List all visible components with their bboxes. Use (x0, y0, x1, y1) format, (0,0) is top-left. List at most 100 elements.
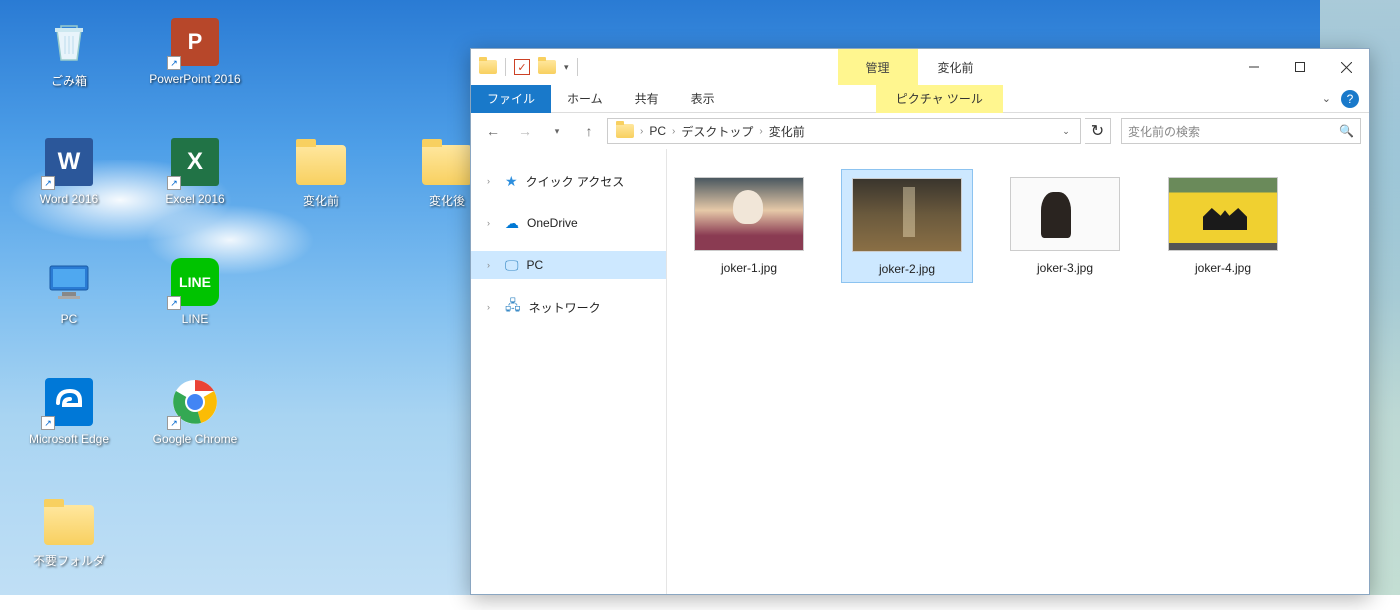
properties-icon[interactable]: ✓ (514, 59, 530, 75)
thumbnail-image (1168, 177, 1278, 251)
line-icon: LINE ↗ (169, 256, 221, 308)
monitor-icon: 🖵 (505, 257, 519, 274)
folder-icon (421, 136, 473, 188)
search-input[interactable]: 変化前の検索 🔍 (1121, 118, 1361, 144)
recycle-bin-icon (43, 16, 95, 68)
tab-picture-tools[interactable]: ピクチャ ツール (876, 85, 1003, 113)
desktop-icon-folder-unwanted[interactable]: 不要フォルダ (6, 490, 132, 610)
desktop-icon-edge[interactable]: ↗ Microsoft Edge (6, 370, 132, 490)
explorer-titlebar[interactable]: ✓ ▾ 管理 変化前 (471, 49, 1369, 85)
ribbon-collapse-icon[interactable]: ⌄ (1322, 92, 1331, 105)
breadcrumb-desktop[interactable]: デスクトップ (677, 123, 757, 140)
folder-icon (616, 124, 634, 138)
contextual-tab-header: 管理 (838, 49, 918, 85)
chevron-right-icon[interactable]: › (640, 126, 643, 137)
desktop-icon-folder-before[interactable]: 変化前 (258, 130, 384, 250)
shortcut-arrow-icon: ↗ (167, 416, 181, 430)
refresh-button[interactable]: ↻ (1085, 118, 1111, 144)
desktop-icon-powerpoint[interactable]: P ↗ PowerPoint 2016 (132, 10, 258, 130)
desktop-icon-label: Google Chrome (153, 432, 238, 446)
file-item-joker-3[interactable]: joker-3.jpg (999, 169, 1131, 281)
folder-icon[interactable] (538, 60, 556, 74)
chevron-right-icon[interactable]: › (487, 176, 497, 186)
file-item-joker-2[interactable]: joker-2.jpg (841, 169, 973, 283)
file-label: joker-4.jpg (1195, 261, 1251, 275)
desktop-icon-label: 変化後 (429, 192, 465, 209)
file-item-joker-4[interactable]: joker-4.jpg (1157, 169, 1289, 281)
tree-quick-access[interactable]: › ★ クイック アクセス (471, 167, 666, 195)
maximize-button[interactable] (1277, 49, 1323, 85)
folder-icon[interactable] (479, 60, 497, 74)
breadcrumb-pc[interactable]: PC (645, 124, 670, 138)
tree-onedrive[interactable]: › ☁ OneDrive (471, 209, 666, 237)
address-dropdown-icon[interactable]: ⌄ (1056, 126, 1076, 137)
tree-item-label: ネットワーク (529, 299, 601, 316)
navigation-tree: › ★ クイック アクセス › ☁ OneDrive › 🖵 PC (471, 149, 667, 594)
chevron-right-icon[interactable]: › (487, 218, 497, 228)
desktop-icon-chrome[interactable]: ↗ Google Chrome (132, 370, 258, 490)
up-button[interactable]: ↑ (575, 117, 603, 145)
address-bar[interactable]: › PC › デスクトップ › 変化前 ⌄ (607, 118, 1081, 144)
desktop-icon-label: ごみ箱 (51, 72, 87, 89)
explorer-window: ✓ ▾ 管理 変化前 ファイル ホーム 共有 表示 ピクチャ ツール ⌄ ? (470, 48, 1370, 595)
tab-view[interactable]: 表示 (675, 85, 731, 113)
shortcut-arrow-icon: ↗ (41, 176, 55, 190)
desktop-icon-word[interactable]: W ↗ Word 2016 (6, 130, 132, 250)
desktop-icon-label: PC (61, 312, 78, 326)
window-controls (1231, 49, 1369, 85)
tab-share[interactable]: 共有 (619, 85, 675, 113)
file-label: joker-2.jpg (879, 262, 935, 276)
help-icon[interactable]: ? (1341, 90, 1359, 108)
file-label: joker-1.jpg (721, 261, 777, 275)
desktop-icon-label: Microsoft Edge (29, 432, 109, 446)
tree-network[interactable]: › 🖧 ネットワーク (471, 293, 666, 321)
desktop-icon-label: LINE (182, 312, 209, 326)
chevron-right-icon[interactable]: › (759, 126, 762, 137)
desktop-icon-recycle-bin[interactable]: ごみ箱 (6, 10, 132, 130)
chevron-right-icon[interactable]: › (487, 302, 497, 312)
desktop-icon-pc[interactable]: PC (6, 250, 132, 370)
cloud-icon: ☁ (505, 215, 519, 232)
explorer-body: › ★ クイック アクセス › ☁ OneDrive › 🖵 PC (471, 149, 1369, 594)
desktop-icon-label: 変化前 (303, 192, 339, 209)
tree-item-label: OneDrive (527, 216, 578, 230)
file-pane[interactable]: joker-1.jpg joker-2.jpg joker-3.jpg joke… (667, 149, 1369, 594)
file-label: joker-3.jpg (1037, 261, 1093, 275)
edge-icon: ↗ (43, 376, 95, 428)
tree-item-label: PC (527, 258, 544, 272)
desktop-icon-label: PowerPoint 2016 (149, 72, 240, 86)
network-icon: 🖧 (505, 295, 521, 319)
thumbnail-image (852, 178, 962, 252)
breadcrumb-current[interactable]: 変化前 (765, 123, 809, 140)
desktop-icon-label: 不要フォルダ (33, 552, 105, 569)
forward-button[interactable]: → (511, 117, 539, 145)
navigation-bar: ← → ▾ ↑ › PC › デスクトップ › 変化前 ⌄ ↻ 変化前の検索 🔍 (471, 113, 1369, 149)
back-button[interactable]: ← (479, 117, 507, 145)
recent-dropdown-icon[interactable]: ▾ (543, 117, 571, 145)
chrome-icon: ↗ (169, 376, 221, 428)
qat-dropdown-icon[interactable]: ▾ (564, 62, 569, 73)
excel-icon: X ↗ (169, 136, 221, 188)
folder-icon (295, 136, 347, 188)
search-icon: 🔍 (1339, 124, 1354, 138)
desktop-background[interactable]: ごみ箱 P ↗ PowerPoint 2016 W ↗ Word 2016 X … (0, 0, 1400, 595)
minimize-button[interactable] (1231, 49, 1277, 85)
chevron-right-icon[interactable]: › (487, 260, 497, 270)
tab-file[interactable]: ファイル (471, 85, 551, 113)
desktop-icon-excel[interactable]: X ↗ Excel 2016 (132, 130, 258, 250)
desktop-icon-label: Word 2016 (40, 192, 98, 206)
tab-home[interactable]: ホーム (551, 85, 619, 113)
file-item-joker-1[interactable]: joker-1.jpg (683, 169, 815, 281)
word-icon: W ↗ (43, 136, 95, 188)
separator (577, 58, 578, 76)
desktop-icon-line[interactable]: LINE ↗ LINE (132, 250, 258, 370)
ribbon-tabs: ファイル ホーム 共有 表示 ピクチャ ツール ⌄ ? (471, 85, 1369, 113)
shortcut-arrow-icon: ↗ (167, 296, 181, 310)
shortcut-arrow-icon: ↗ (167, 56, 181, 70)
thumbnail-image (694, 177, 804, 251)
tree-pc[interactable]: › 🖵 PC (471, 251, 666, 279)
close-button[interactable] (1323, 49, 1369, 85)
chevron-right-icon[interactable]: › (672, 126, 675, 137)
separator (505, 58, 506, 76)
tree-item-label: クイック アクセス (526, 173, 625, 190)
